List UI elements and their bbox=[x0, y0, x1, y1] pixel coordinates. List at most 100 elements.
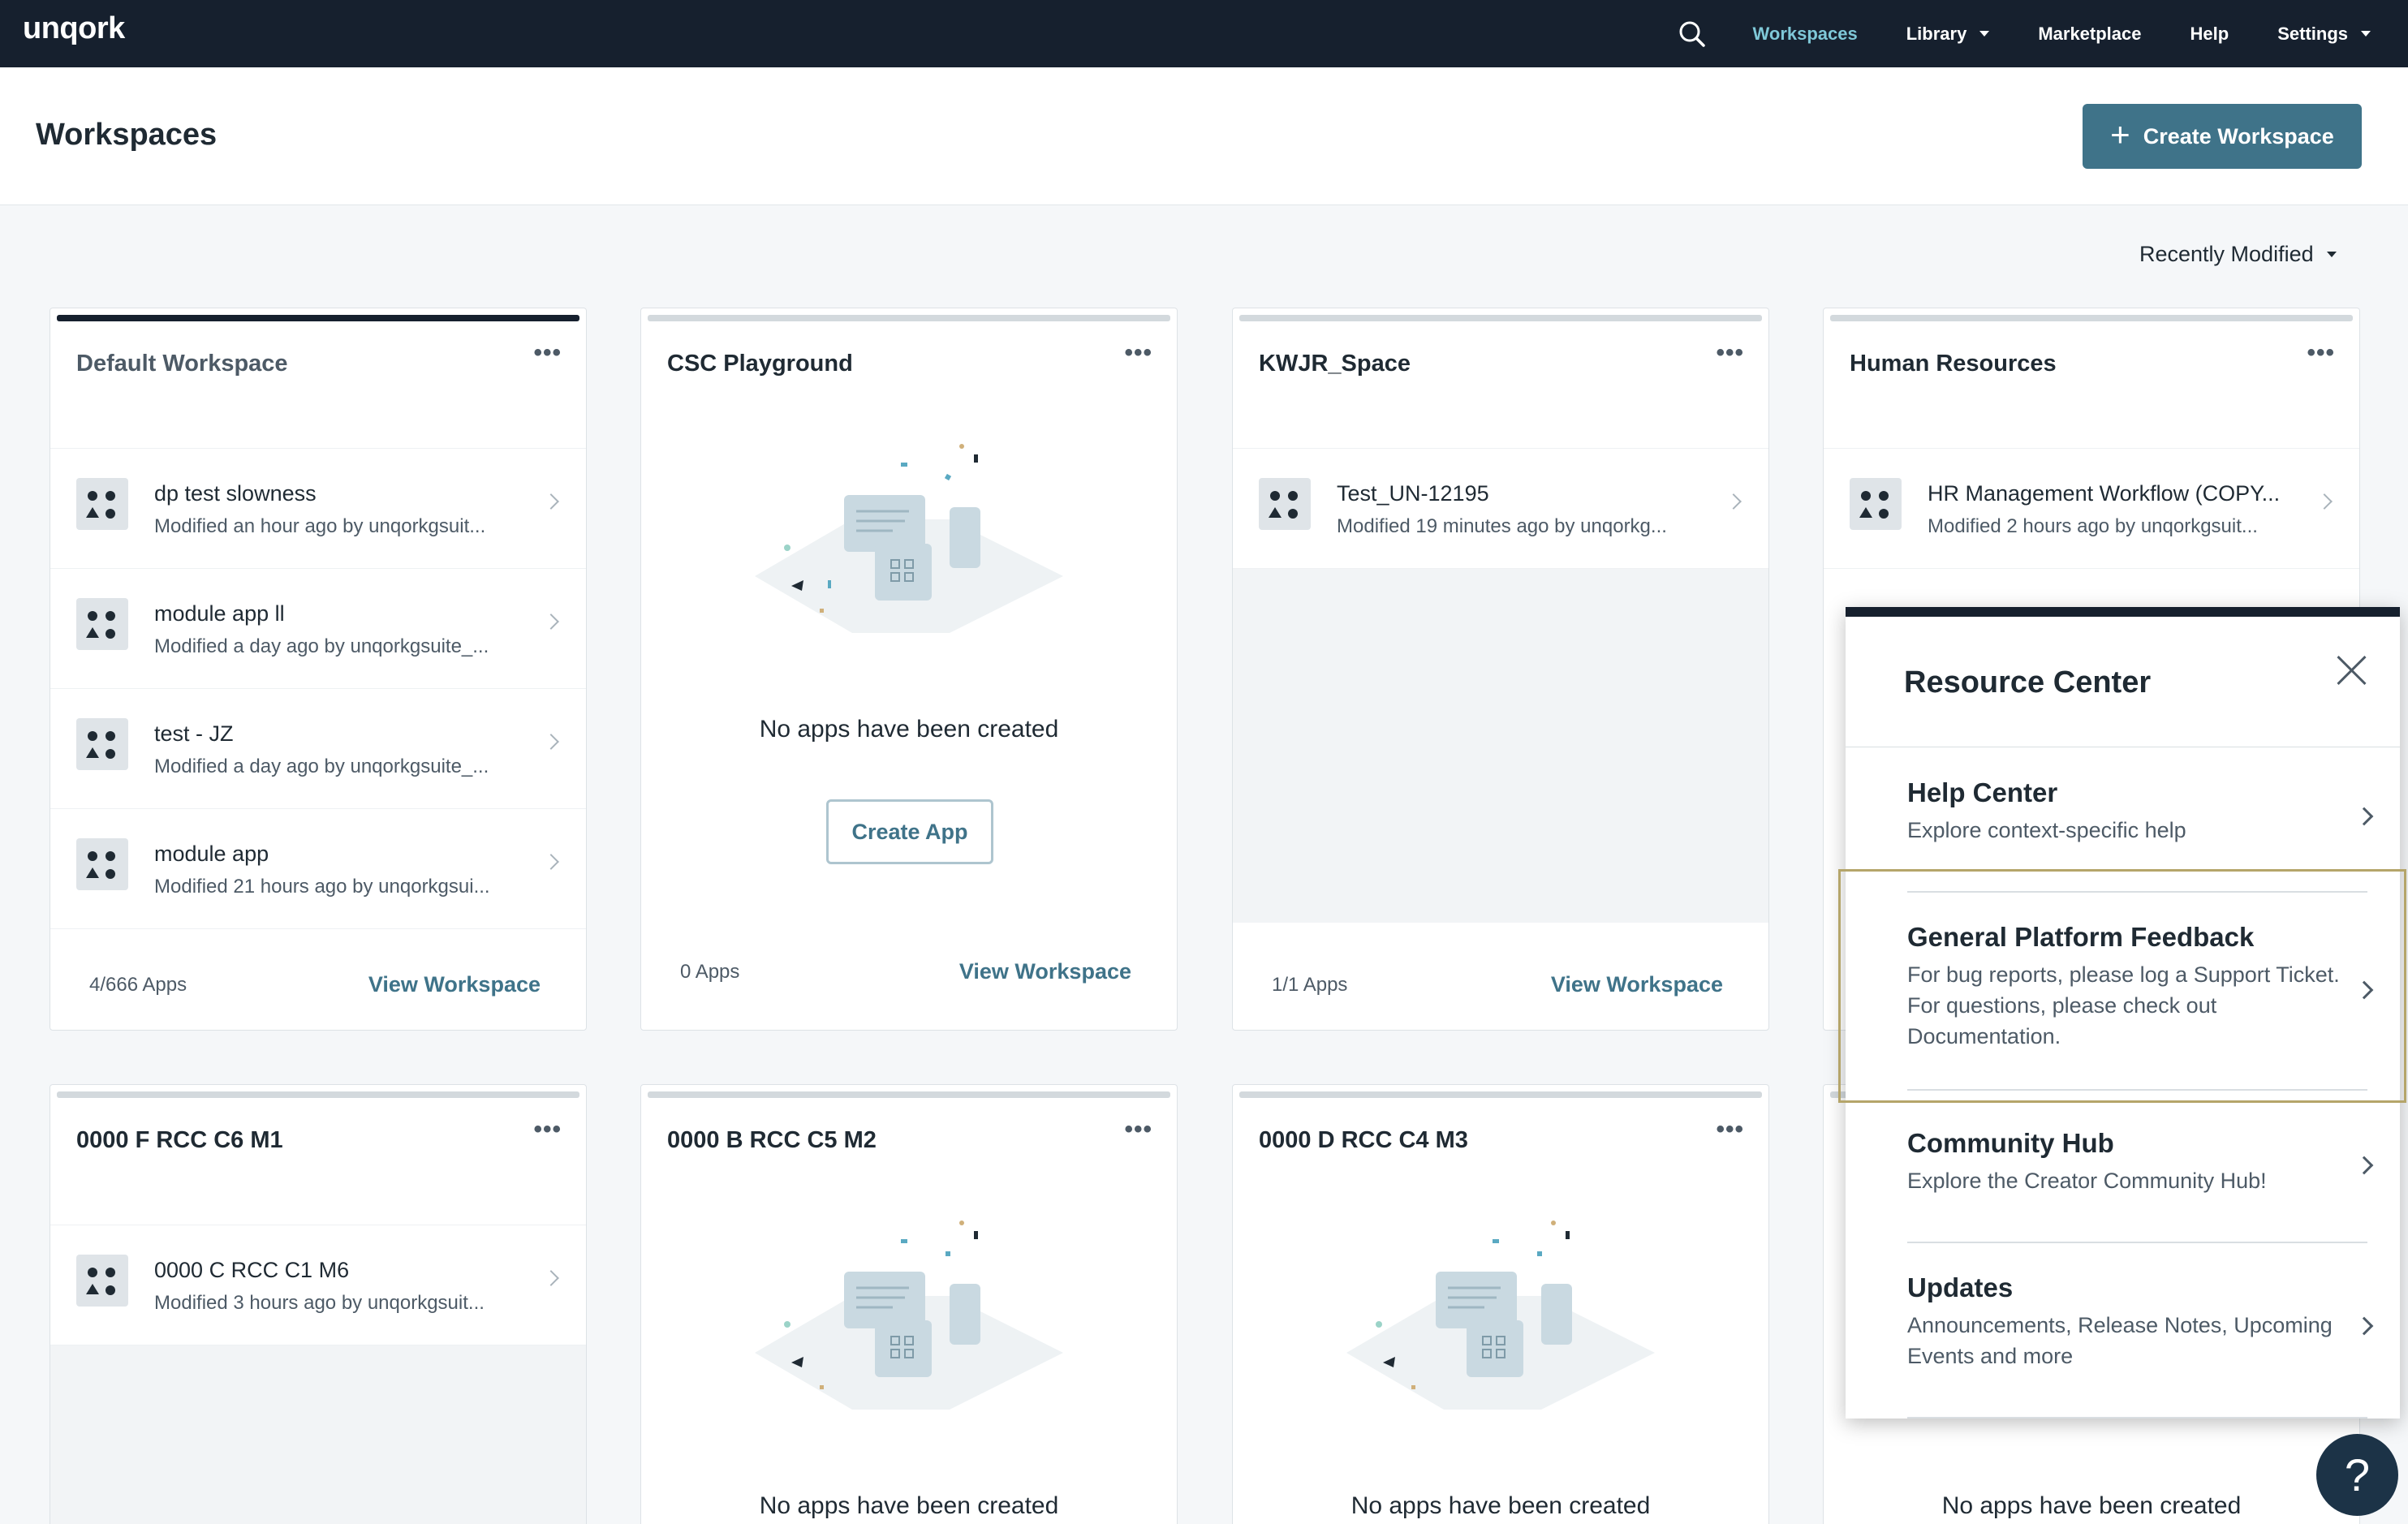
chevron-down-icon bbox=[1979, 31, 1990, 37]
chevron-right-icon bbox=[2354, 1156, 2374, 1175]
empty-state-illustration bbox=[755, 444, 1063, 633]
page-header: Workspaces + Create Workspace bbox=[0, 67, 2408, 205]
app-meta: Modified 3 hours ago by unqorkgsuit... bbox=[154, 1292, 485, 1314]
app-icon bbox=[1850, 478, 1902, 530]
close-icon[interactable] bbox=[2335, 654, 2367, 687]
app-list: Test_UN-12195 Modified 19 minutes ago by… bbox=[1233, 448, 1768, 569]
workspace-title: 0000 D RCC C4 M3 bbox=[1259, 1127, 1468, 1153]
list-item[interactable]: dp test slowness Modified an hour ago by… bbox=[50, 449, 586, 569]
nav-settings[interactable]: Settings bbox=[2277, 24, 2371, 45]
app-meta: Modified a day ago by unqorkgsuite_... bbox=[154, 756, 489, 777]
chevron-right-icon bbox=[543, 734, 559, 750]
workspace-card[interactable]: CSC Playground ••• No apps have been cre… bbox=[640, 308, 1178, 1031]
app-list: HR Management Workflow (COPY... Modified… bbox=[1824, 448, 2359, 569]
create-workspace-button[interactable]: + Create Workspace bbox=[2083, 104, 2362, 169]
empty-list-area bbox=[50, 1345, 586, 1524]
empty-state-illustration bbox=[1346, 1220, 1655, 1410]
chevron-down-icon bbox=[2361, 31, 2371, 37]
card-accent-bar bbox=[1239, 1091, 1762, 1098]
card-accent-bar bbox=[57, 315, 579, 321]
top-nav: unqork Workspaces Library Marketplace He… bbox=[0, 0, 2408, 67]
list-item[interactable]: 0000 C RCC C1 M6 Modified 3 hours ago by… bbox=[50, 1225, 586, 1345]
view-workspace-link[interactable]: View Workspace bbox=[1551, 972, 1723, 997]
workspace-title: KWJR_Space bbox=[1259, 351, 1411, 377]
workspace-title: Default Workspace bbox=[76, 351, 288, 377]
more-options-icon[interactable]: ••• bbox=[533, 339, 562, 367]
chevron-down-icon bbox=[2326, 252, 2337, 257]
sort-label: Recently Modified bbox=[2139, 242, 2314, 266]
app-name: test - JZ bbox=[154, 721, 234, 746]
resource-item-community-hub[interactable]: Community Hub Explore the Creator Commun… bbox=[1907, 1128, 2346, 1196]
chevron-right-icon bbox=[2316, 493, 2333, 510]
workspace-title: 0000 F RCC C6 M1 bbox=[76, 1127, 283, 1153]
resource-item-desc: Announcements, Release Notes, Upcoming E… bbox=[1907, 1313, 2333, 1368]
app-list: dp test slowness Modified an hour ago by… bbox=[50, 448, 586, 929]
view-workspace-link[interactable]: View Workspace bbox=[959, 959, 1131, 984]
workspace-card[interactable]: Default Workspace ••• dp test slowness M… bbox=[50, 308, 587, 1031]
resource-item-title: Community Hub bbox=[1907, 1128, 2114, 1158]
chevron-right-icon bbox=[543, 1270, 559, 1286]
more-options-icon[interactable]: ••• bbox=[1124, 339, 1152, 367]
chevron-right-icon bbox=[2354, 807, 2374, 826]
resource-item-help-center[interactable]: Help Center Explore context-specific hel… bbox=[1907, 777, 2346, 846]
chevron-right-icon bbox=[543, 493, 559, 510]
app-meta: Modified 19 minutes ago by unqorkg... bbox=[1337, 515, 1667, 537]
list-item[interactable]: test - JZ Modified a day ago by unqorkgs… bbox=[50, 689, 586, 809]
list-item[interactable]: module app Modified 21 hours ago by unqo… bbox=[50, 809, 586, 929]
view-workspace-link[interactable]: View Workspace bbox=[368, 972, 541, 997]
app-icon bbox=[76, 838, 128, 890]
card-accent-bar bbox=[57, 1091, 579, 1098]
list-item[interactable]: Test_UN-12195 Modified 19 minutes ago by… bbox=[1233, 449, 1768, 569]
more-options-icon[interactable]: ••• bbox=[1716, 1116, 1744, 1143]
resource-item-title: Help Center bbox=[1907, 777, 2058, 807]
focus-highlight bbox=[1838, 869, 2406, 1103]
workspace-card[interactable]: 0000 B RCC C5 M2 ••• No apps have been c… bbox=[640, 1084, 1178, 1524]
app-meta: Modified 2 hours ago by unqorkgsuit... bbox=[1928, 515, 2258, 537]
workspace-title: CSC Playground bbox=[667, 351, 853, 377]
search-icon[interactable] bbox=[1678, 20, 1706, 48]
nav-library[interactable]: Library bbox=[1906, 24, 1990, 45]
app-count: 1/1 Apps bbox=[1272, 974, 1348, 996]
more-options-icon[interactable]: ••• bbox=[1124, 1116, 1152, 1143]
plus-icon: + bbox=[2110, 115, 2130, 153]
create-workspace-label: Create Workspace bbox=[2143, 123, 2334, 149]
divider bbox=[1907, 1242, 2367, 1243]
list-item[interactable]: HR Management Workflow (COPY... Modified… bbox=[1824, 449, 2359, 569]
chevron-right-icon bbox=[543, 854, 559, 870]
app-name: module app ll bbox=[154, 601, 285, 626]
empty-state-message: No apps have been created bbox=[759, 716, 1059, 743]
nav-workspaces[interactable]: Workspaces bbox=[1753, 24, 1858, 45]
nav-marketplace[interactable]: Marketplace bbox=[2038, 24, 2141, 45]
nav-help[interactable]: Help bbox=[2190, 24, 2229, 45]
workspace-card[interactable]: 0000 D RCC C4 M3 ••• No apps have been c… bbox=[1232, 1084, 1769, 1524]
create-app-button[interactable]: Create App bbox=[826, 799, 993, 864]
card-accent-bar bbox=[1830, 315, 2353, 321]
more-options-icon[interactable]: ••• bbox=[533, 1116, 562, 1143]
workspace-card[interactable]: 0000 F RCC C6 M1 ••• 0000 C RCC C1 M6 Mo… bbox=[50, 1084, 587, 1524]
empty-list-area bbox=[1233, 569, 1768, 923]
app-icon bbox=[76, 598, 128, 650]
empty-state-message: No apps have been created bbox=[1941, 1492, 2242, 1519]
unqork-logo[interactable]: unqork bbox=[23, 11, 125, 46]
workspace-card[interactable]: KWJR_Space ••• Test_UN-12195 Modified 19… bbox=[1232, 308, 1769, 1031]
sort-dropdown[interactable]: Recently Modified bbox=[2139, 242, 2337, 267]
app-meta: Modified a day ago by unqorkgsuite_... bbox=[154, 635, 489, 657]
resource-item-updates[interactable]: Updates Announcements, Release Notes, Up… bbox=[1907, 1272, 2346, 1371]
nav-library-label: Library bbox=[1906, 23, 1967, 44]
app-name: HR Management Workflow (COPY... bbox=[1928, 481, 2281, 506]
more-options-icon[interactable]: ••• bbox=[1716, 339, 1744, 367]
resource-item-desc: Explore the Creator Community Hub! bbox=[1907, 1169, 2267, 1193]
divider bbox=[1907, 1417, 2367, 1419]
app-name: dp test slowness bbox=[154, 481, 317, 506]
help-button[interactable]: ? bbox=[2316, 1434, 2398, 1516]
more-options-icon[interactable]: ••• bbox=[2307, 339, 2335, 367]
list-item[interactable]: module app ll Modified a day ago by unqo… bbox=[50, 569, 586, 689]
app-icon bbox=[1259, 478, 1311, 530]
app-list: 0000 C RCC C1 M6 Modified 3 hours ago by… bbox=[50, 1225, 586, 1345]
resource-center-title: Resource Center bbox=[1904, 665, 2152, 700]
app-meta: Modified 21 hours ago by unqorkgsui... bbox=[154, 876, 490, 898]
chevron-right-icon bbox=[1725, 493, 1742, 510]
resource-item-desc: Explore context-specific help bbox=[1907, 818, 2186, 842]
app-icon bbox=[76, 718, 128, 770]
chevron-right-icon bbox=[2354, 1316, 2374, 1336]
